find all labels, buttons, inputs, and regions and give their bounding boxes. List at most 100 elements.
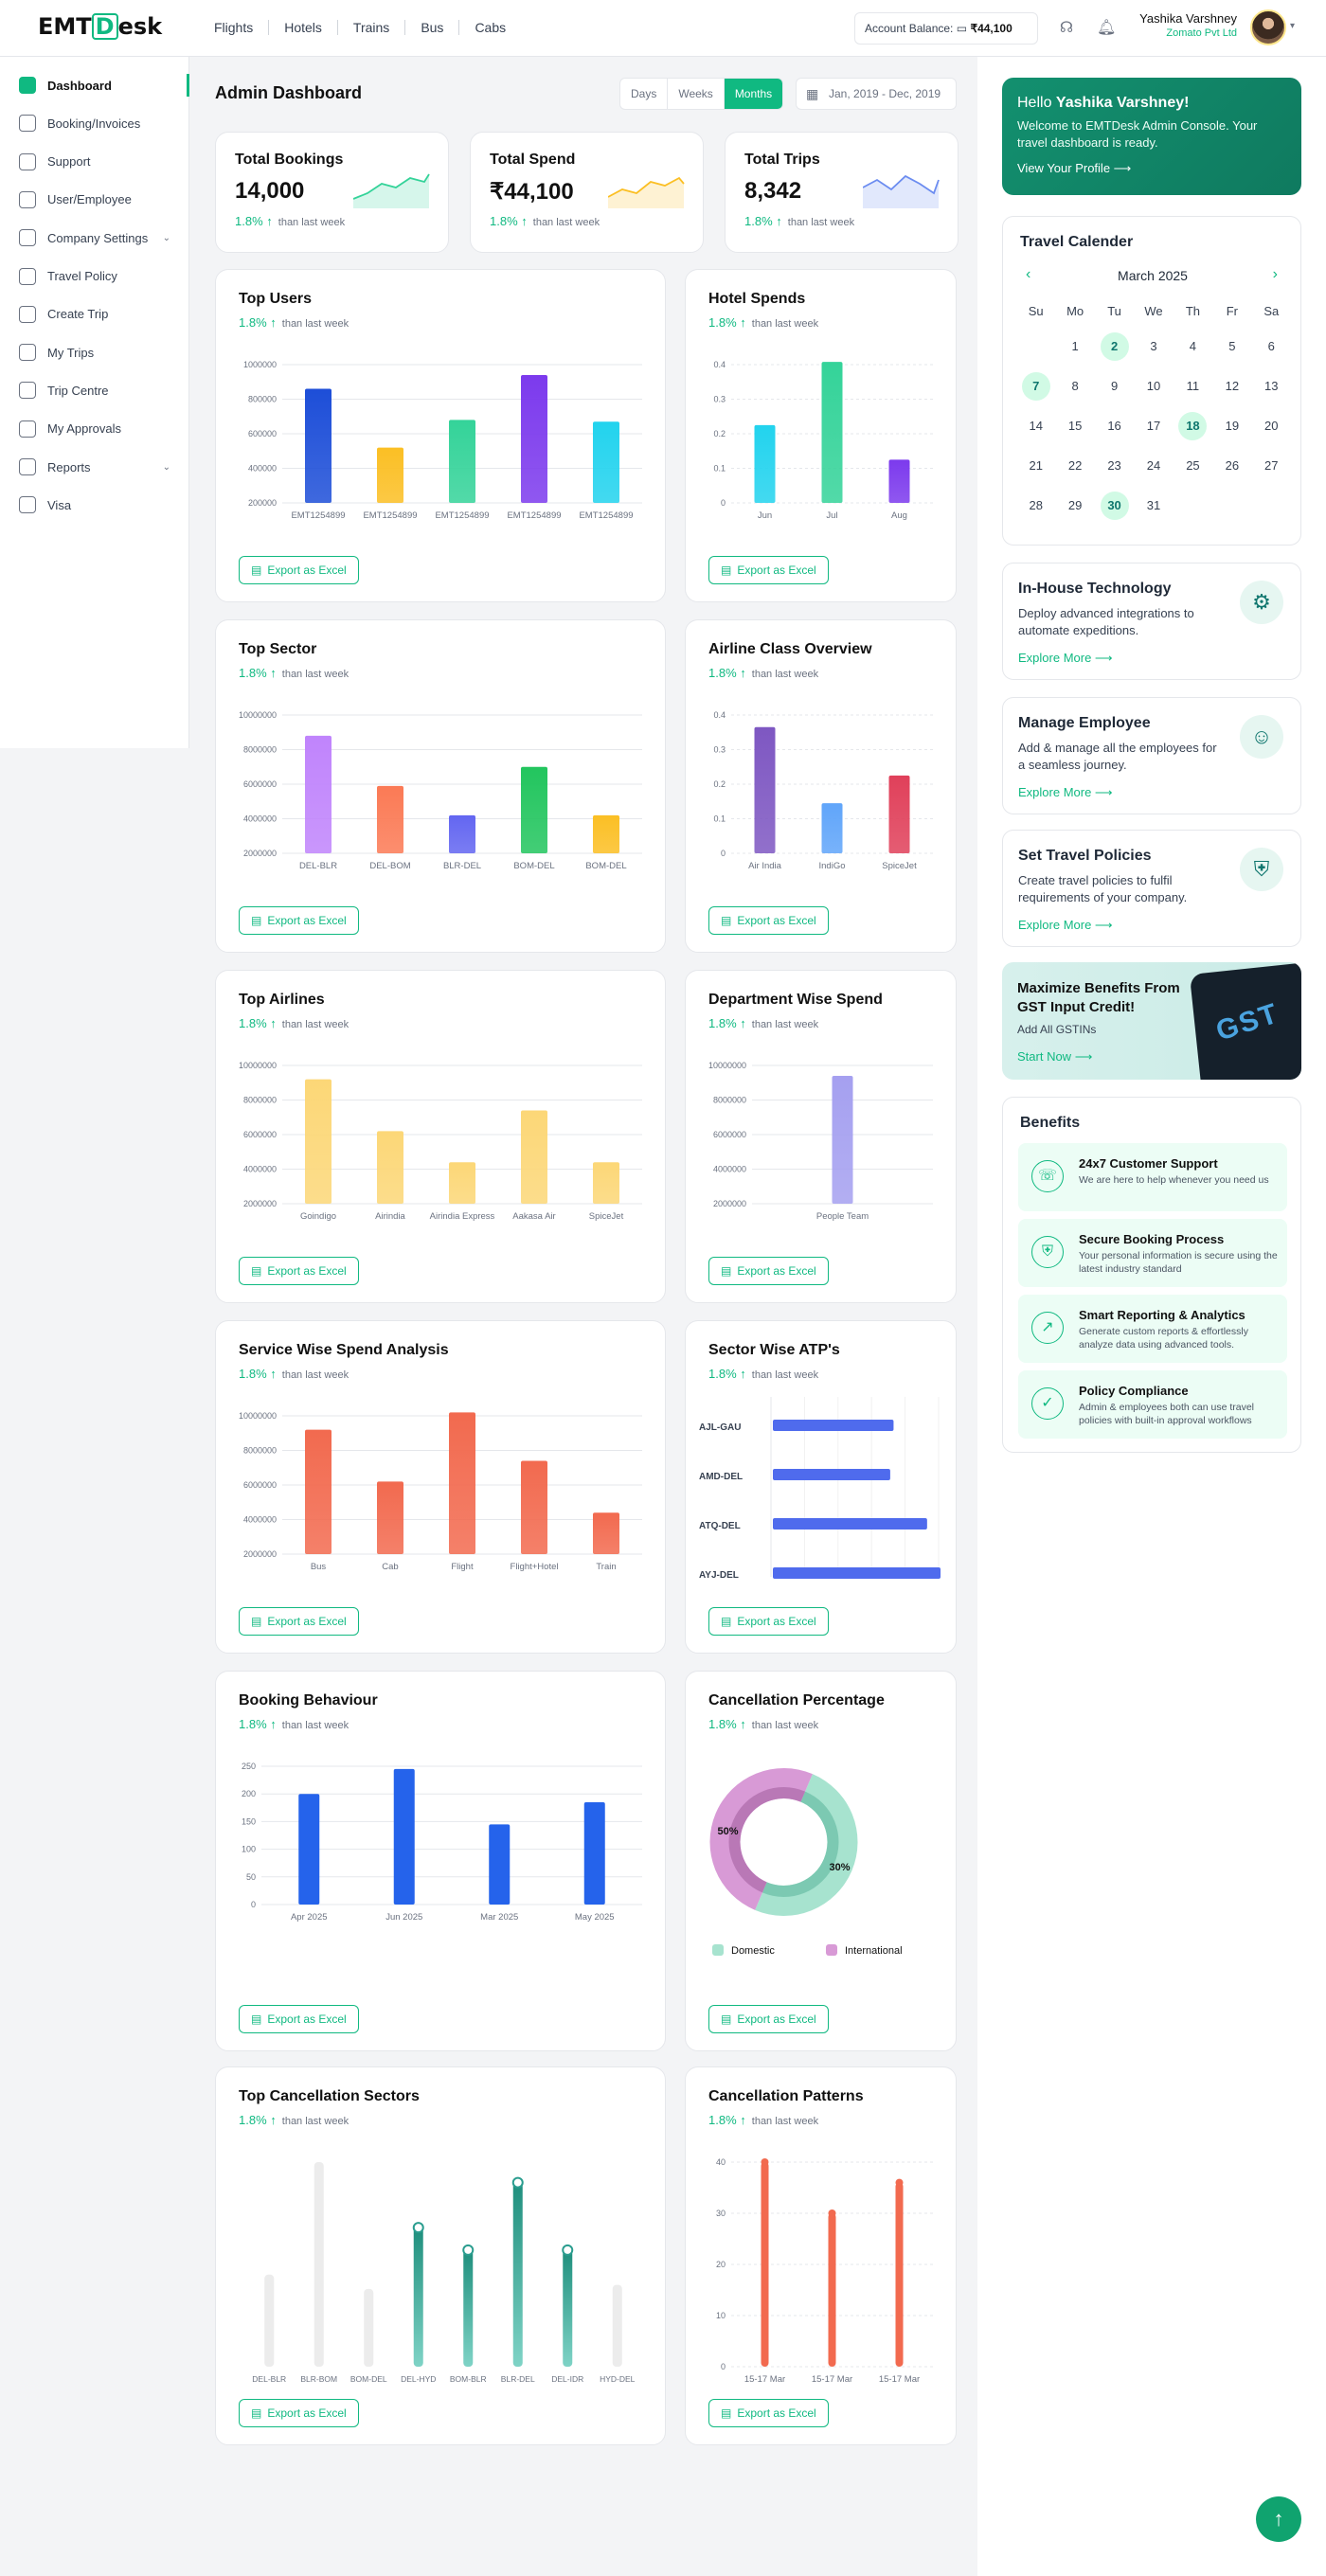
bar-top-airlines-4[interactable] [593,1162,619,1204]
bar-top-cancel-sectors-3[interactable] [413,2227,423,2367]
calendar-day[interactable]: 11 [1174,372,1212,401]
export-excel-button[interactable]: Export as Excel [239,1607,359,1636]
bar-airline-class-0[interactable] [754,726,776,853]
bar-service-spend-1[interactable] [377,1481,403,1554]
gst-start-link[interactable]: Start Now ⟶ [1017,1049,1092,1064]
calendar-day[interactable]: 28 [1016,492,1055,520]
sidebar-item-company-settings[interactable]: Company Settings ⌄ [0,219,189,257]
nav-bus[interactable]: Bus [404,20,458,35]
calendar-day[interactable]: 24 [1134,452,1173,480]
bar-hotel-spends-2[interactable] [888,459,910,503]
hbar-3[interactable] [773,1567,941,1579]
bar-top-users-2[interactable] [449,420,475,503]
bar-dept-spend-0[interactable] [832,1075,853,1204]
calendar-day[interactable]: 20 [1252,412,1291,440]
tab-months[interactable]: Months [724,79,783,109]
bar-top-airlines-2[interactable] [449,1162,475,1204]
bar-top-airlines-0[interactable] [305,1079,332,1204]
bar-top-sector-1[interactable] [377,785,403,853]
bar-top-users-4[interactable] [593,421,619,503]
bar-top-cancel-sectors-0[interactable] [264,2274,275,2367]
bar-airline-class-2[interactable] [888,775,910,853]
date-range-picker[interactable]: Jan, 2019 - Dec, 2019 [796,78,957,110]
bar-top-airlines-3[interactable] [521,1110,547,1204]
bar-hotel-spends-1[interactable] [821,362,843,503]
sidebar-item-travel-policy[interactable]: Travel Policy [0,258,189,295]
calendar-day[interactable]: 30 [1100,492,1129,520]
bar-service-spend-2[interactable] [449,1412,475,1554]
calendar-day[interactable]: 7 [1021,372,1050,401]
bar-top-sector-3[interactable] [521,766,547,853]
export-excel-button[interactable]: Export as Excel [708,2399,829,2427]
bar-top-sector-2[interactable] [449,814,475,853]
export-excel-button[interactable]: Export as Excel [708,2005,829,2033]
bar-cancel-patterns-1[interactable] [828,2213,836,2367]
calendar-day[interactable]: 3 [1134,332,1173,361]
bar-top-airlines-1[interactable] [377,1131,403,1204]
calendar-day[interactable]: 10 [1134,372,1173,401]
bar-top-users-3[interactable] [521,374,547,503]
bar-top-users-0[interactable] [305,388,332,503]
calendar-day[interactable]: 23 [1095,452,1134,480]
bar-cancel-patterns-2[interactable] [895,2182,904,2367]
chevron-down-icon[interactable]: ⌄ [163,462,170,473]
account-balance[interactable]: Account Balance: ▭ ₹44,100 [854,12,1038,45]
bar-service-spend-4[interactable] [593,1512,619,1554]
sidebar-item-support[interactable]: Support [0,143,189,181]
avatar[interactable] [1250,9,1286,45]
calendar-day[interactable]: 13 [1252,372,1291,401]
chevron-down-icon[interactable]: ⌄ [163,233,170,243]
export-excel-button[interactable]: Export as Excel [708,906,829,935]
nav-trains[interactable]: Trains [336,20,404,35]
bar-hotel-spends-0[interactable] [754,424,776,503]
bar-top-cancel-sectors-4[interactable] [463,2249,474,2367]
export-excel-button[interactable]: Export as Excel [708,556,829,584]
bar-service-spend-0[interactable] [305,1429,332,1554]
export-excel-button[interactable]: Export as Excel [708,1607,829,1636]
bar-top-cancel-sectors-6[interactable] [563,2249,573,2367]
export-excel-button[interactable]: Export as Excel [239,1257,359,1285]
sidebar-item-my-trips[interactable]: My Trips [0,333,189,371]
sidebar-item-user-employee[interactable]: User/Employee [0,181,189,219]
export-excel-button[interactable]: Export as Excel [239,2399,359,2427]
calendar-day[interactable]: 31 [1134,492,1173,520]
bar-top-sector-0[interactable] [305,735,332,853]
export-excel-button[interactable]: Export as Excel [239,906,359,935]
calendar-day[interactable]: 5 [1212,332,1251,361]
bar-top-sector-4[interactable] [593,814,619,853]
bar-top-cancel-sectors-1[interactable] [314,2162,324,2367]
calendar-day[interactable]: 25 [1174,452,1212,480]
nav-flights[interactable]: Flights [214,20,268,35]
calendar-day[interactable]: 15 [1055,412,1094,440]
calendar-day[interactable]: 29 [1055,492,1094,520]
view-profile-link[interactable]: View Your Profile ⟶ [1017,161,1286,176]
calendar-day[interactable]: 6 [1252,332,1291,361]
bell-icon[interactable]: 🔔︎ [1097,19,1116,38]
calendar-day[interactable]: 19 [1212,412,1251,440]
bar-booking-behaviour-3[interactable] [583,1801,605,1905]
tab-days[interactable]: Days [620,79,669,109]
calendar-day[interactable]: 12 [1212,372,1251,401]
explore-more-link[interactable]: Explore More ⟶ [1018,785,1113,800]
sidebar-item-reports[interactable]: Reports ⌄ [0,448,189,486]
export-excel-button[interactable]: Export as Excel [708,1257,829,1285]
bar-top-cancel-sectors-5[interactable] [512,2182,523,2367]
bar-top-cancel-sectors-2[interactable] [364,2288,374,2367]
chevron-down-icon[interactable]: ▾ [1290,21,1295,31]
calendar-day[interactable]: 9 [1095,372,1134,401]
sidebar-item-dashboard[interactable]: Dashboard [0,66,189,104]
sidebar-item-create-trip[interactable]: Create Trip [0,295,189,333]
chevron-right-icon[interactable]: › [1273,266,1278,283]
bar-booking-behaviour-1[interactable] [393,1768,415,1905]
export-excel-button[interactable]: Export as Excel [239,556,359,584]
nav-hotels[interactable]: Hotels [268,20,337,35]
bar-top-users-1[interactable] [377,447,403,503]
hbar-2[interactable] [773,1518,927,1530]
sidebar-item-trip-centre[interactable]: Trip Centre [0,371,189,409]
calendar-day[interactable]: 14 [1016,412,1055,440]
scroll-top-button[interactable]: ↑ [1256,2496,1301,2542]
sidebar-item-visa[interactable]: Visa [0,486,189,524]
calendar-day[interactable]: 16 [1095,412,1134,440]
bar-service-spend-3[interactable] [521,1460,547,1554]
calendar-day[interactable]: 8 [1055,372,1094,401]
